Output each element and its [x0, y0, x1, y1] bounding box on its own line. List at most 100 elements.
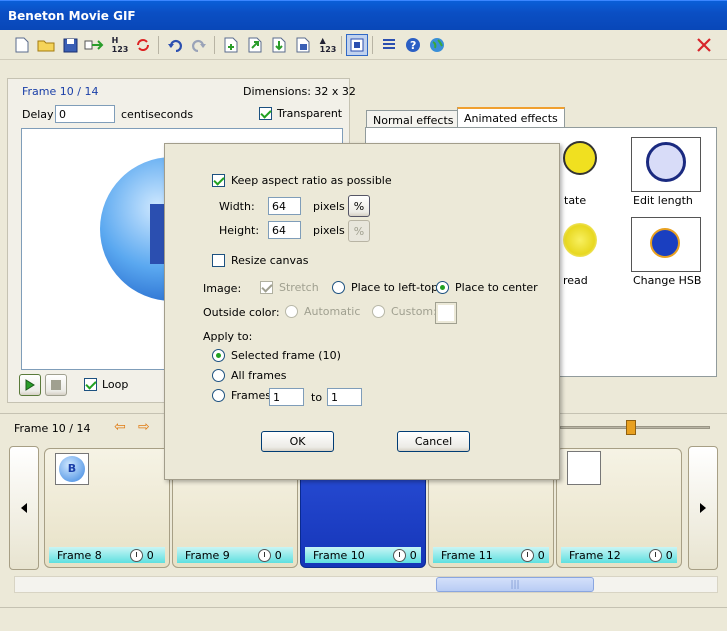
- delay-clock-icon: [257, 548, 271, 562]
- width-percent-button[interactable]: %: [348, 195, 370, 217]
- strip-scroll-thumb[interactable]: |||: [436, 577, 594, 592]
- width-label: Width:: [219, 200, 255, 213]
- frame-label: Frame 80: [49, 547, 165, 563]
- cancel-button[interactable]: Cancel: [397, 431, 470, 452]
- height-label: Height:: [219, 224, 260, 237]
- web-icon[interactable]: [426, 34, 448, 56]
- numbering-icon[interactable]: H 123: [107, 34, 133, 56]
- delay-clock-icon: [129, 548, 143, 562]
- strip-next-button[interactable]: [688, 446, 718, 570]
- nav-frame-label: Frame 10 / 14: [14, 422, 91, 435]
- place-left-top-radio[interactable]: Place to left-top: [332, 281, 438, 294]
- transparent-checkbox[interactable]: Transparent: [259, 107, 342, 120]
- undo-icon[interactable]: [164, 34, 186, 56]
- play-button[interactable]: [19, 374, 41, 396]
- strip-prev-button[interactable]: [9, 446, 39, 570]
- custom-radio[interactable]: Custom:: [372, 305, 437, 318]
- zoom-slider-thumb[interactable]: [626, 420, 636, 435]
- place-center-radio[interactable]: Place to center: [436, 281, 538, 294]
- change-hsb-label: Change HSB: [633, 274, 702, 287]
- status-bar: [0, 607, 727, 631]
- strip-scrollbar[interactable]: [14, 576, 718, 593]
- stretch-check-icon: [260, 281, 273, 294]
- rotate-icon: [563, 141, 597, 175]
- tab-animated-effects[interactable]: Animated effects: [457, 107, 565, 128]
- delay-clock-icon: [648, 548, 662, 562]
- automatic-label: Automatic: [304, 305, 361, 318]
- all-frames-radio[interactable]: All frames: [212, 369, 286, 382]
- ok-button[interactable]: OK: [261, 431, 334, 452]
- resize-canvas-check-icon: [212, 254, 225, 267]
- clock-icon: [646, 142, 686, 182]
- import-frame-icon[interactable]: [244, 34, 266, 56]
- delay-unit-label: centiseconds: [121, 108, 194, 121]
- change-hsb-effect[interactable]: [631, 217, 701, 272]
- prev-frame-icon[interactable]: ⇦: [114, 419, 126, 435]
- thumb-image: [567, 451, 601, 485]
- height-pixels-label: pixels: [313, 224, 345, 237]
- height-input[interactable]: [268, 221, 301, 239]
- automatic-radio[interactable]: Automatic: [285, 305, 360, 318]
- next-frame-icon[interactable]: ⇨: [138, 419, 150, 435]
- open-icon[interactable]: [35, 34, 57, 56]
- loop-label: Loop: [102, 378, 129, 391]
- help-icon[interactable]: ?: [402, 34, 424, 56]
- selected-frame-radio-icon: [212, 349, 225, 362]
- loop-check-icon: [84, 378, 97, 391]
- stretch-label: Stretch: [279, 281, 319, 294]
- thumb-image: B: [55, 453, 89, 485]
- transparent-check-icon: [259, 107, 272, 120]
- outside-color-label: Outside color:: [203, 306, 280, 319]
- dimensions-label: Dimensions: 32 x 32: [243, 85, 356, 98]
- keep-aspect-check-icon: [212, 174, 225, 187]
- edit-length-label: Edit length: [633, 194, 693, 207]
- keep-aspect-label: Keep aspect ratio as possible: [231, 174, 392, 187]
- custom-radio-icon: [372, 305, 385, 318]
- image-label: Image:: [203, 282, 242, 295]
- resize-canvas-checkbox[interactable]: Resize canvas: [212, 254, 308, 267]
- frame-thumb-12[interactable]: Frame 12 0: [556, 448, 682, 568]
- place-left-top-radio-icon: [332, 281, 345, 294]
- to-label: to: [311, 391, 323, 404]
- frame-thumb-8[interactable]: B Frame 80: [44, 448, 170, 568]
- frames-from-input[interactable]: [269, 388, 304, 406]
- hsb-icon: [650, 228, 680, 258]
- frames-range-radio[interactable]: Frames: [212, 389, 271, 402]
- loop-checkbox[interactable]: Loop: [84, 378, 128, 391]
- width-input[interactable]: [268, 197, 301, 215]
- list-icon[interactable]: [378, 34, 400, 56]
- delay-input[interactable]: [55, 105, 115, 123]
- rotate-label: tate: [564, 194, 587, 207]
- height-percent-button[interactable]: %: [348, 220, 370, 242]
- delay-label: Delay: [22, 108, 54, 121]
- close-icon[interactable]: [693, 34, 715, 56]
- save-icon[interactable]: [59, 34, 81, 56]
- frame-label: Frame 12 0: [561, 547, 677, 563]
- redo-icon[interactable]: [188, 34, 210, 56]
- export-icon[interactable]: [83, 34, 105, 56]
- transparent-label: Transparent: [277, 107, 343, 120]
- save-frame-icon[interactable]: [292, 34, 314, 56]
- frame-label: Frame 10 0: [305, 547, 421, 563]
- refresh-icon[interactable]: [132, 34, 154, 56]
- custom-color-swatch[interactable]: [435, 302, 457, 324]
- custom-label: Custom:: [391, 305, 437, 318]
- resize-dialog: Keep aspect ratio as possible Width: pix…: [164, 143, 560, 480]
- edit-length-effect[interactable]: [631, 137, 701, 192]
- title-bar: Beneton Movie GIF: [0, 0, 727, 30]
- frames-range-radio-icon: [212, 389, 225, 402]
- number-frames-icon[interactable]: ▲ 123: [316, 34, 340, 56]
- frame-counter: Frame 10 / 14: [22, 85, 99, 98]
- export-frame-icon[interactable]: [268, 34, 290, 56]
- selected-frame-label: Selected frame (10): [231, 349, 341, 362]
- stretch-checkbox[interactable]: Stretch: [260, 281, 319, 294]
- stop-button[interactable]: [45, 374, 67, 396]
- frames-to-input[interactable]: [327, 388, 362, 406]
- frame-label: Frame 90: [177, 547, 293, 563]
- add-frame-icon[interactable]: [220, 34, 242, 56]
- selected-frame-radio[interactable]: Selected frame (10): [212, 349, 341, 362]
- keep-aspect-checkbox[interactable]: Keep aspect ratio as possible: [212, 174, 392, 187]
- new-icon[interactable]: [11, 34, 33, 56]
- fit-icon[interactable]: [346, 34, 368, 56]
- all-frames-label: All frames: [231, 369, 287, 382]
